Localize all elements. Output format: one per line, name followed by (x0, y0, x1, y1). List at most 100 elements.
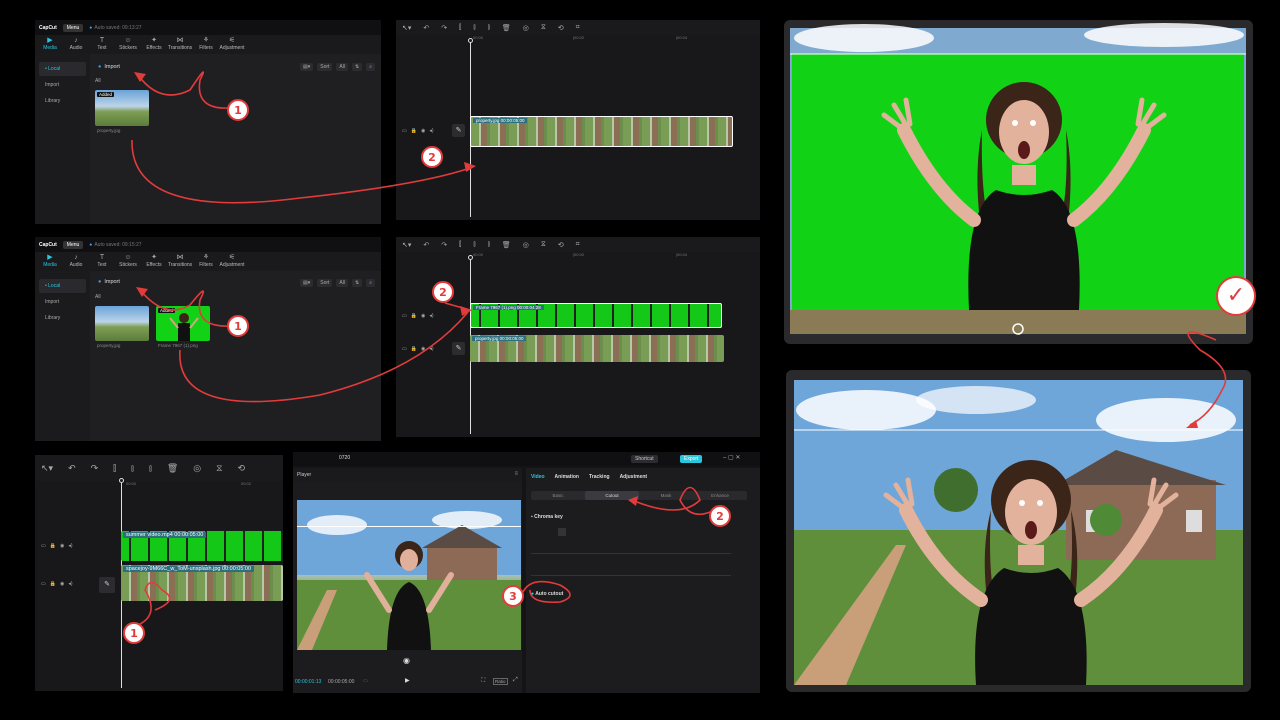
crop-icon[interactable]: ⌗ (576, 24, 580, 32)
toolbar-effects[interactable]: ✦ Effects (141, 252, 167, 271)
select-tool-icon[interactable]: ↖▾ (402, 24, 411, 32)
split-left-icon[interactable]: ⫾ (131, 463, 134, 474)
toolbar-media[interactable]: ▶ Media (37, 35, 63, 54)
visibility-icon[interactable]: ◉ (60, 543, 64, 549)
crop-icon[interactable]: ⌗ (576, 241, 580, 249)
player-preview[interactable] (297, 500, 521, 650)
redo-icon[interactable]: ↷ (91, 463, 99, 474)
filter-icon[interactable]: ⇅ (351, 279, 363, 287)
menu-button[interactable]: Menu (62, 23, 84, 32)
import-button[interactable]: Import (98, 279, 120, 285)
toolbar-audio[interactable]: ♪ Audio (63, 35, 89, 54)
delete-icon[interactable]: 🗑 (502, 241, 511, 249)
all-filter-button[interactable]: All (336, 279, 348, 287)
rotate-icon[interactable]: ⟲ (237, 463, 245, 474)
visibility-icon[interactable]: ◉ (421, 346, 425, 352)
delete-icon[interactable]: 🗑 (167, 463, 178, 474)
toolbar-filters[interactable]: ⚘ Filters (193, 35, 219, 54)
timecode-icon[interactable]: ▭ (363, 678, 368, 684)
sidebar-item-import[interactable]: Import (39, 78, 86, 92)
color-picker-swatch[interactable] (558, 528, 566, 536)
split-right-icon[interactable]: ⫾ (488, 241, 490, 249)
visibility-icon[interactable]: ◉ (60, 581, 64, 587)
sort-button[interactable]: Sort (317, 279, 333, 287)
view-toggle-icon[interactable]: ▤▾ (300, 279, 314, 287)
toolbar-adjustment[interactable]: ⚟ Adjustment (219, 252, 245, 271)
mute-icon[interactable]: ◂) (429, 313, 433, 319)
auto-cutout-checkbox[interactable]: ● Auto cutout (531, 591, 563, 597)
toolbar-text[interactable]: T Text (89, 252, 115, 271)
lock-icon[interactable]: 🔒 (411, 346, 417, 352)
all-filter-button[interactable]: All (336, 63, 348, 71)
subtab-cutout[interactable]: Cutout (585, 491, 639, 500)
tab-video[interactable]: Video (531, 474, 545, 480)
toolbar-effects[interactable]: ✦ Effects (141, 35, 167, 54)
view-toggle-icon[interactable]: ▤▾ (300, 63, 314, 71)
select-tool-icon[interactable]: ↖▾ (402, 241, 411, 249)
toolbar-adjustment[interactable]: ⚟ Adjustment (219, 35, 245, 54)
delete-icon[interactable]: 🗑 (502, 24, 511, 32)
lock-icon[interactable]: 🔒 (50, 581, 56, 587)
undo-icon[interactable]: ↶ (68, 463, 76, 474)
cover-icon[interactable]: ▭ (402, 346, 407, 352)
mute-icon[interactable]: ◂) (429, 128, 433, 134)
freeze-icon[interactable]: ◎ (193, 463, 201, 474)
sidebar-item-import[interactable]: Import (39, 295, 86, 309)
split-icon[interactable]: ⫿ (459, 24, 461, 32)
lock-icon[interactable]: 🔒 (50, 543, 56, 549)
edit-cover-button[interactable]: ✎ (99, 577, 115, 593)
mute-icon[interactable]: ◂) (68, 581, 72, 587)
media-thumbnail-green[interactable]: Added (156, 306, 210, 341)
toolbar-transitions[interactable]: ⋈ Transitions (167, 252, 193, 271)
timeline-clip[interactable]: property.jpg 00:00:05:00 (470, 116, 733, 147)
undo-icon[interactable]: ↶ (423, 241, 429, 249)
select-tool-icon[interactable]: ↖▾ (41, 463, 53, 474)
timeline-clip-video[interactable]: summer video.mp4 00:00:05:00 (121, 531, 283, 561)
sort-button[interactable]: Sort (317, 63, 333, 71)
lock-icon[interactable]: 🔒 (411, 128, 417, 134)
window-controls[interactable]: – ▢ ✕ (723, 454, 740, 461)
sidebar-item-local[interactable]: • Local (39, 62, 86, 76)
split-right-icon[interactable]: ⫾ (488, 24, 490, 32)
player-menu-icon[interactable]: ≡ (514, 471, 518, 477)
filter-icon[interactable]: ⇅ (351, 63, 363, 71)
freeze-icon[interactable]: ◎ (523, 241, 529, 249)
toolbar-stickers[interactable]: ☺ Stickers (115, 35, 141, 54)
visibility-icon[interactable]: ◉ (421, 128, 425, 134)
undo-icon[interactable]: ↶ (423, 24, 429, 32)
timeline-clip-overlay[interactable]: Frame 7967 (1).png 00:00:04:28 (470, 303, 722, 328)
sidebar-item-library[interactable]: Library (39, 94, 86, 108)
mirror-icon[interactable]: ⧖ (541, 241, 546, 249)
cover-icon[interactable]: ▭ (41, 581, 46, 587)
toolbar-filters[interactable]: ⚘ Filters (193, 252, 219, 271)
sidebar-item-local[interactable]: • Local (39, 279, 86, 293)
subtab-basic[interactable]: Basic (531, 491, 585, 500)
intensity-slider[interactable] (531, 553, 731, 554)
split-icon[interactable]: ⫿ (113, 463, 116, 474)
split-left-icon[interactable]: ⫾ (473, 241, 475, 249)
ratio-button[interactable]: Ratio (493, 678, 508, 685)
cover-icon[interactable]: ▭ (402, 313, 407, 319)
menu-button[interactable]: Menu (62, 240, 84, 249)
toolbar-transitions[interactable]: ⋈ Transitions (167, 35, 193, 54)
search-icon[interactable]: ⌕ (366, 63, 375, 71)
split-left-icon[interactable]: ⫾ (473, 24, 475, 32)
split-right-icon[interactable]: ⫾ (149, 463, 152, 474)
rotate-icon[interactable]: ⟲ (558, 241, 564, 249)
timeline-clip-image[interactable]: spacejoy-9M66C_w_ToM-unsplash.jpg 00:00:… (121, 565, 283, 601)
sidebar-item-library[interactable]: Library (39, 311, 86, 325)
mute-icon[interactable]: ◂) (68, 543, 72, 549)
timeline-clip-main[interactable]: property.jpg 00:00:05:00 (470, 335, 724, 362)
redo-icon[interactable]: ↷ (441, 24, 447, 32)
toolbar-media[interactable]: ▶ Media (37, 252, 63, 271)
freeze-icon[interactable]: ◎ (523, 24, 529, 32)
rotate-icon[interactable]: ⟲ (558, 24, 564, 32)
fullscreen-icon[interactable]: ⤢ (513, 677, 518, 684)
media-thumbnail[interactable] (95, 306, 149, 341)
tab-animation[interactable]: Animation (555, 474, 579, 480)
redo-icon[interactable]: ↷ (441, 241, 447, 249)
import-button[interactable]: Import (98, 64, 120, 70)
chroma-key-checkbox[interactable]: ▪ Chroma key (531, 514, 563, 520)
fit-icon[interactable]: ⛶ (481, 678, 485, 685)
split-icon[interactable]: ⫿ (459, 241, 461, 249)
